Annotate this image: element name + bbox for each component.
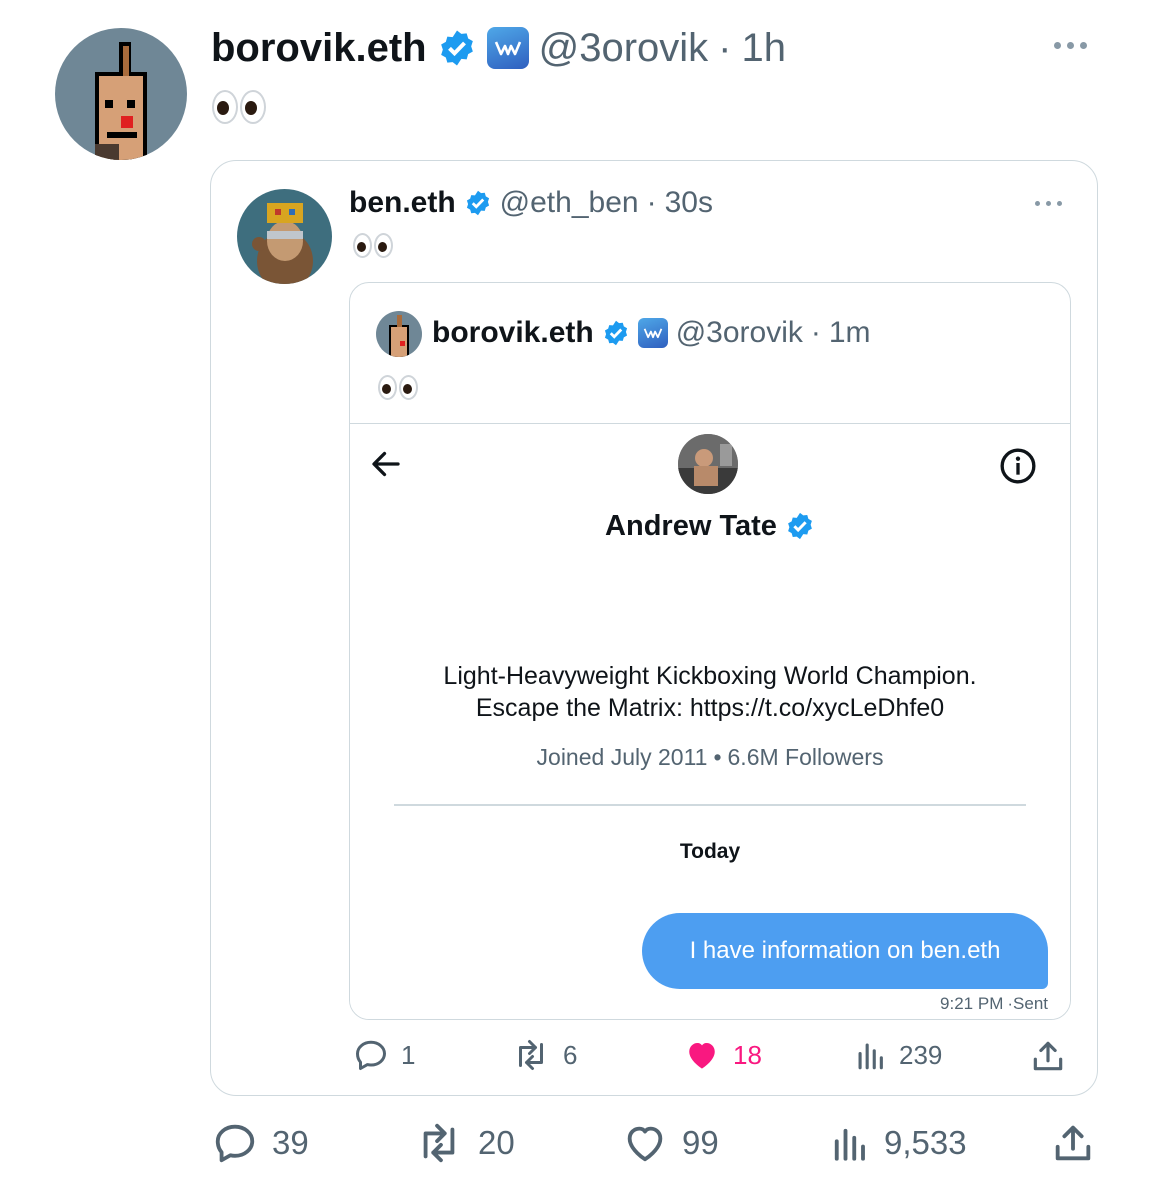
heart-outline-icon bbox=[622, 1120, 668, 1166]
quoted-tweet-header: ben.eth @eth_ben · 30s bbox=[349, 183, 713, 223]
message-time: 9:21 PM bbox=[940, 994, 1004, 1013]
author-avatar[interactable] bbox=[55, 28, 187, 160]
share-icon[interactable] bbox=[1029, 1037, 1067, 1080]
followers-count[interactable]: 6.6M Followers bbox=[728, 744, 884, 771]
nested-quote-card[interactable]: borovik.eth @3orovik · 1m Andrew Tate Li… bbox=[349, 282, 1071, 1020]
back-arrow-icon[interactable] bbox=[368, 446, 404, 487]
nested-author-name[interactable]: borovik.eth bbox=[432, 316, 594, 350]
tweet-time[interactable]: 1h bbox=[741, 26, 786, 71]
views-button[interactable]: 9,533 bbox=[828, 1120, 967, 1166]
dm-profile-meta: Joined July 2011 • 6.6M Followers bbox=[350, 744, 1070, 771]
day-label: Today bbox=[679, 840, 741, 863]
message-text: I have information on ben.eth bbox=[689, 937, 1001, 964]
share-icon[interactable] bbox=[1050, 1120, 1096, 1171]
heart-icon bbox=[683, 1037, 721, 1073]
nested-tweet-time[interactable]: 1m bbox=[829, 316, 871, 350]
affiliation-badge-icon[interactable] bbox=[486, 27, 529, 69]
verified-badge-icon bbox=[464, 189, 492, 217]
retweet-count: 6 bbox=[563, 1039, 578, 1070]
views-count: 9,533 bbox=[884, 1124, 967, 1161]
reply-count: 39 bbox=[272, 1124, 309, 1161]
retweet-button[interactable]: 20 bbox=[414, 1120, 515, 1166]
message-timestamp: 9:21 PM ·Sent bbox=[870, 994, 1048, 1014]
retweet-icon bbox=[414, 1120, 464, 1166]
dm-profile-avatar[interactable] bbox=[678, 434, 738, 494]
verified-badge-icon bbox=[437, 28, 477, 68]
info-icon[interactable] bbox=[998, 446, 1038, 491]
message-bubble[interactable]: I have information on ben.eth bbox=[642, 913, 1048, 989]
quoted-like-button[interactable]: 18 bbox=[683, 1037, 762, 1073]
message-status: ·Sent bbox=[1007, 994, 1048, 1013]
nested-tweet-header: borovik.eth @3orovik · 1m bbox=[432, 313, 871, 353]
divider bbox=[394, 804, 1026, 806]
author-handle[interactable]: @3orovik bbox=[539, 26, 709, 71]
bio-line-2: Escape the Matrix: https://t.co/xycLeDhf… bbox=[475, 694, 945, 722]
quoted-reply-button[interactable]: 1 bbox=[353, 1037, 415, 1073]
like-count: 18 bbox=[733, 1039, 762, 1070]
affiliation-badge-icon[interactable] bbox=[637, 318, 668, 348]
eyes-emoji bbox=[212, 90, 266, 124]
eyes-emoji bbox=[353, 233, 393, 258]
joined-date: Joined July 2011 bbox=[536, 744, 708, 770]
quoted-views-button[interactable]: 239 bbox=[853, 1037, 942, 1073]
quoted-retweet-button[interactable]: 6 bbox=[511, 1037, 577, 1073]
author-name[interactable]: borovik.eth bbox=[211, 26, 427, 71]
header-separator: · bbox=[646, 186, 657, 219]
views-icon bbox=[853, 1037, 887, 1073]
views-icon bbox=[828, 1120, 870, 1166]
reply-count: 1 bbox=[401, 1039, 416, 1070]
quoted-tweet-time[interactable]: 30s bbox=[665, 186, 713, 220]
reply-button[interactable]: 39 bbox=[212, 1120, 309, 1166]
dm-screenshot[interactable]: Andrew Tate Light-Heavyweight Kickboxing… bbox=[350, 423, 1070, 1019]
reply-icon bbox=[212, 1120, 258, 1166]
retweet-count: 20 bbox=[478, 1124, 515, 1161]
more-options-icon[interactable] bbox=[1035, 201, 1062, 206]
dm-profile-bio: Light-Heavyweight Kickboxing World Champ… bbox=[350, 660, 1070, 724]
dm-profile-name[interactable]: Andrew Tate bbox=[605, 510, 777, 543]
retweet-icon bbox=[511, 1037, 551, 1073]
nested-author-handle[interactable]: @3orovik bbox=[676, 316, 803, 350]
tweet-header: borovik.eth @3orovik · 1h bbox=[211, 22, 786, 74]
more-options-icon[interactable] bbox=[1054, 42, 1087, 49]
dm-profile-name-row: Andrew Tate bbox=[350, 506, 1070, 546]
views-count: 239 bbox=[899, 1039, 943, 1070]
bio-line-1: Light-Heavyweight Kickboxing World Champ… bbox=[443, 662, 977, 690]
verified-badge-icon bbox=[602, 319, 630, 347]
meta-separator: • bbox=[713, 744, 722, 770]
reply-icon bbox=[353, 1037, 389, 1073]
nested-author-avatar[interactable] bbox=[376, 311, 422, 357]
quoted-author-name[interactable]: ben.eth bbox=[349, 186, 456, 220]
like-count: 99 bbox=[682, 1124, 719, 1161]
eyes-emoji bbox=[378, 375, 418, 400]
header-separator: · bbox=[718, 25, 732, 70]
quoted-tweet-card[interactable]: ben.eth @eth_ben · 30s borovik.eth @3oro… bbox=[210, 160, 1098, 1096]
verified-badge-icon bbox=[785, 511, 815, 541]
header-separator: · bbox=[810, 316, 821, 349]
like-button[interactable]: 99 bbox=[622, 1120, 719, 1166]
quoted-author-avatar[interactable] bbox=[237, 189, 332, 284]
quoted-author-handle[interactable]: @eth_ben bbox=[500, 186, 639, 220]
